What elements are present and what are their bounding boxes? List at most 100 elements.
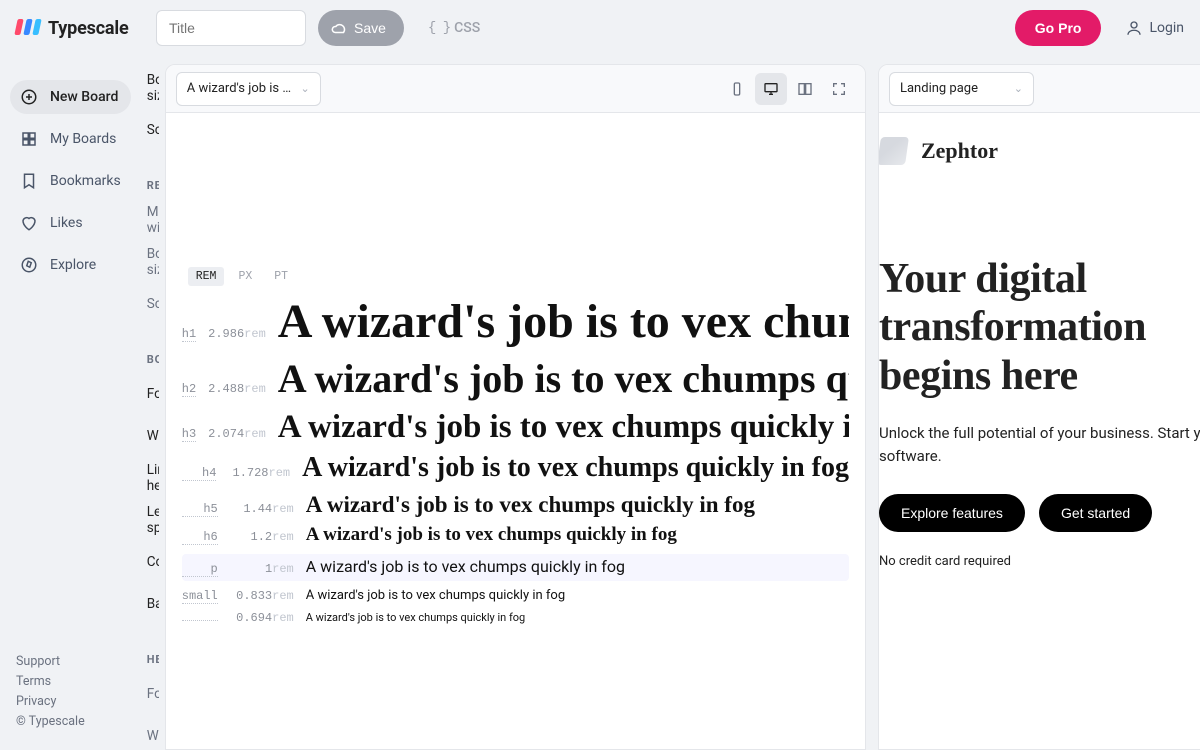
scale-tag: p xyxy=(182,563,218,577)
scale-sample: A wizard's job is to vex chumps quickly … xyxy=(306,612,525,624)
scale-tag: h4 xyxy=(182,467,217,481)
scale-sample: A wizard's job is to vex chumps quickly … xyxy=(306,525,677,546)
label-body-size: Body size xyxy=(147,72,159,104)
nav-explore[interactable]: Explore xyxy=(10,248,131,282)
scale-row-h5[interactable]: h5 1.44rem A wizard's job is to vex chumps… xyxy=(182,492,849,517)
layout-icon[interactable] xyxy=(789,73,821,105)
unit-tab-pt[interactable]: PT xyxy=(266,267,296,286)
save-button[interactable]: Save xyxy=(318,10,404,46)
scale-size: 2.074rem xyxy=(208,428,266,441)
expand-icon[interactable] xyxy=(823,73,855,105)
scale-tag: h5 xyxy=(182,503,218,517)
scale-row-h3[interactable]: h3 2.074rem A wizard's job is to vex chump… xyxy=(182,409,849,445)
scale-row-tiny[interactable]: 0.694rem A wizard's job is to vex chumps … xyxy=(182,612,849,625)
footer-support[interactable]: Support xyxy=(16,652,121,672)
user-icon xyxy=(1125,19,1143,37)
nav-likes[interactable]: Likes xyxy=(10,206,131,240)
chevron-down-icon: ⌄ xyxy=(1014,82,1023,95)
scale-tag: h1 xyxy=(182,328,196,342)
label-head-weight: Weight xyxy=(147,728,159,744)
sample-text-select[interactable]: A wizard's job is to ve... ⌄ xyxy=(176,72,321,106)
brand-name: Zephtor xyxy=(921,138,998,164)
scale-sample: A wizard's job is to vex chumps quickly … xyxy=(306,492,755,517)
hero-note: No credit card required xyxy=(879,554,1200,569)
app-logo[interactable]: Typescale xyxy=(16,18,144,39)
label-body-lh: Line-height xyxy=(147,462,159,494)
scale-row-h6[interactable]: h61.2remA wizard's job is to vex chumps … xyxy=(182,525,849,546)
scale-tag: small xyxy=(182,590,218,604)
scale-tag: h6 xyxy=(182,531,218,545)
settings-panel: Body size 16 px Scale 1.200 – Minor ... … xyxy=(141,56,159,750)
css-button-label: CSS xyxy=(454,20,480,36)
nav-label: Explore xyxy=(50,257,96,273)
device-desktop-icon[interactable] xyxy=(755,73,787,105)
template-select[interactable]: Landing page ⌄ xyxy=(889,72,1034,106)
landing-preview-panel: Landing page ⌄ xyxy=(878,64,1200,750)
scale-rows: h1 2.986rem A wizard's job is to vex chump… xyxy=(182,296,849,626)
cta-start[interactable]: Get started xyxy=(1039,494,1152,532)
footer-copyright: © Typescale xyxy=(16,712,121,732)
label-min-width: Min-width xyxy=(147,204,159,236)
unit-tab-px[interactable]: PX xyxy=(230,267,260,286)
scale-tag: h3 xyxy=(182,428,196,442)
scale-row-h2[interactable]: h2 2.488rem A wizard's job is to vex chump… xyxy=(182,357,849,401)
type-scale-panel: A wizard's job is to ve... ⌄ xyxy=(165,64,866,750)
scale-tag: h2 xyxy=(182,383,196,397)
cloud-icon xyxy=(330,19,348,37)
sidebar-nav: New Board My Boards Bookmarks Likes xyxy=(0,56,141,750)
hero-title: Your digital transformation begins here xyxy=(879,255,1200,400)
nav-label: New Board xyxy=(50,89,118,105)
grid-icon xyxy=(20,130,38,148)
scale-size: 2.488rem xyxy=(208,383,266,396)
unit-tab-rem[interactable]: REM xyxy=(188,267,225,286)
heart-icon xyxy=(20,214,38,232)
scale-sample: A wizard's job is to vex chumps quickly … xyxy=(302,453,849,484)
css-button[interactable]: { } CSS xyxy=(428,20,480,36)
app-name: Typescale xyxy=(48,18,129,39)
scale-sample: A wizard's job is to vex chumps quickly … xyxy=(306,589,565,603)
nav-new-board[interactable]: New Board xyxy=(10,80,131,114)
unit-tabs: REM PX PT xyxy=(188,267,849,286)
braces-icon: { } xyxy=(428,20,450,36)
label-body-weight: Weight xyxy=(147,428,159,444)
label-scale: Scale xyxy=(147,122,159,138)
scale-row-h1[interactable]: h1 2.986rem A wizard's job is to vex chump… xyxy=(182,296,849,349)
footer-privacy[interactable]: Privacy xyxy=(16,692,121,712)
cta-explore[interactable]: Explore features xyxy=(879,494,1025,532)
nav-label: Likes xyxy=(50,215,83,231)
scale-size: 1.728rem xyxy=(228,467,290,480)
logo-mark xyxy=(16,19,40,37)
go-pro-button[interactable]: Go Pro xyxy=(1015,10,1102,46)
login-button[interactable]: Login xyxy=(1125,19,1184,37)
scale-row-p[interactable]: p 1rem A wizard's job is to vex chumps qui… xyxy=(182,554,849,581)
nav-bookmarks[interactable]: Bookmarks xyxy=(10,164,131,198)
nav-label: My Boards xyxy=(50,131,116,147)
scale-row-small[interactable]: small 0.833rem A wizard's job is to vex ch… xyxy=(182,589,849,604)
chevron-down-icon: ⌄ xyxy=(301,82,310,95)
scale-size: 1rem xyxy=(230,563,294,576)
nav-my-boards[interactable]: My Boards xyxy=(10,122,131,156)
label-resp-scale: Scale xyxy=(147,296,159,312)
scale-sample: A wizard's job is to vex chumps quickly … xyxy=(278,296,849,349)
board-title-input[interactable] xyxy=(156,10,306,46)
nav-footer: Support Terms Privacy © Typescale xyxy=(10,652,131,740)
footer-terms[interactable]: Terms xyxy=(16,672,121,692)
nav-label: Bookmarks xyxy=(50,173,121,189)
hero-subtitle: Unlock the full potential of your busine… xyxy=(879,422,1200,469)
scale-size: 2.986rem xyxy=(208,328,266,341)
scale-sample: A wizard's job is to vex chumps quickly … xyxy=(306,558,625,576)
label-body-font: Font xyxy=(147,386,159,402)
scale-sample: A wizard's job is to vex chumps quickly … xyxy=(278,409,849,445)
plus-circle-icon xyxy=(20,88,38,106)
login-label: Login xyxy=(1149,20,1184,36)
scale-size: 0.694rem xyxy=(230,612,294,625)
scale-sample: A wizard's job is to vex chumps quickly … xyxy=(278,357,849,401)
scale-size: 0.833rem xyxy=(230,590,294,603)
brand-mark xyxy=(879,137,909,165)
label-resp-body-size: Body size xyxy=(147,246,159,278)
bookmark-icon xyxy=(20,172,38,190)
scale-size: 1.44rem xyxy=(230,503,294,516)
device-mobile-icon[interactable] xyxy=(721,73,753,105)
scale-row-h4[interactable]: h4 1.728rem A wizard's job is to vex chump… xyxy=(182,453,849,484)
label-body-color: Color xyxy=(147,554,159,570)
